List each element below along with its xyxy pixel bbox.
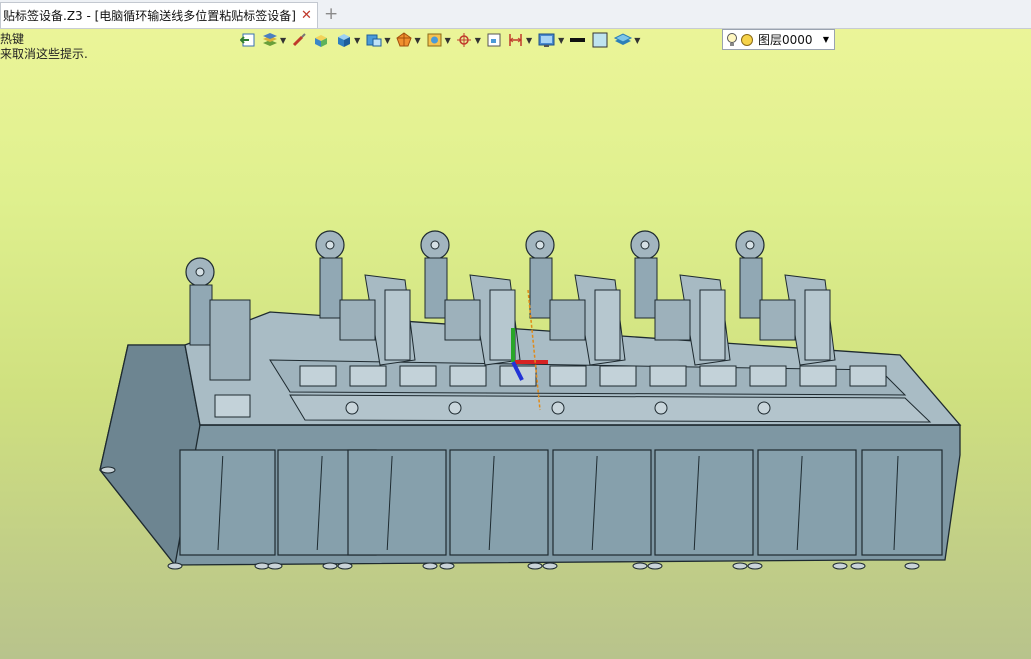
conveyor-pallet <box>549 365 587 387</box>
chevron-down-icon[interactable]: ▼ <box>823 35 829 44</box>
cabinet-door <box>757 449 857 556</box>
conveyor-pallet <box>599 365 637 387</box>
fill-color-icon[interactable] <box>592 32 608 48</box>
leveling-foot <box>439 562 455 570</box>
box-view-icon[interactable]: ▼ <box>365 32 390 48</box>
tab-bar: 贴标签设备.Z3 - [电脑循环输送线多位置粘贴标签设备] ✕ + <box>0 0 1031 29</box>
station-cylinder <box>384 289 411 361</box>
cabinet-door <box>861 449 943 556</box>
leveling-foot <box>422 562 438 570</box>
document-tab[interactable]: 贴标签设备.Z3 - [电脑循环输送线多位置粘贴标签设备] ✕ <box>0 2 318 28</box>
conveyor-pallet <box>799 365 837 387</box>
leveling-foot <box>267 562 283 570</box>
leveling-foot <box>647 562 663 570</box>
grid-icon[interactable] <box>486 32 502 48</box>
leveling-foot <box>337 562 353 570</box>
station-column <box>739 257 763 319</box>
leveling-foot <box>747 562 763 570</box>
leveling-foot <box>850 562 866 570</box>
solid-icon[interactable] <box>312 32 330 48</box>
machine-3d-model[interactable] <box>0 0 1031 659</box>
layer-dropdown[interactable]: 图层0000 ▼ <box>722 29 835 50</box>
conveyor-roller <box>551 401 565 415</box>
station-cylinder <box>804 289 831 361</box>
view-toolbar: ▼ ▼ ▼ ▼ ▼ ▼ ▼ ▼ ▼ <box>240 29 640 51</box>
station-column <box>529 257 553 319</box>
conveyor-pallet <box>749 365 787 387</box>
station-cylinder <box>594 289 621 361</box>
conveyor-pallet <box>299 365 337 387</box>
leveling-foot <box>732 562 748 570</box>
reel-hub <box>430 240 440 250</box>
leveling-foot <box>832 562 848 570</box>
layer-name: 图层0000 <box>758 33 813 47</box>
reel-hub <box>325 240 335 250</box>
new-tab-icon[interactable]: + <box>324 4 338 24</box>
conveyor-lower <box>289 394 932 423</box>
conveyor-roller <box>757 401 771 415</box>
reel-hub <box>745 240 755 250</box>
leveling-foot <box>904 562 920 570</box>
station-block <box>759 299 796 341</box>
leveling-foot <box>527 562 543 570</box>
close-icon[interactable]: ✕ <box>301 8 312 23</box>
reel-hub <box>535 240 545 250</box>
conveyor-pallet <box>649 365 687 387</box>
reel-hub <box>640 240 650 250</box>
cabinet-door <box>449 449 549 556</box>
leveling-foot <box>167 562 183 570</box>
shade-icon[interactable]: ▼ <box>395 32 421 48</box>
cube-icon[interactable]: ▼ <box>335 32 360 48</box>
leveling-foot <box>542 562 558 570</box>
stack-icon[interactable]: ▼ <box>613 32 640 48</box>
station-block <box>549 299 586 341</box>
station-block <box>654 299 691 341</box>
brush-icon[interactable] <box>291 32 307 48</box>
display-icon[interactable]: ▼ <box>537 32 564 48</box>
exit-icon[interactable] <box>240 32 256 48</box>
conveyor-roller <box>448 401 462 415</box>
conveyor-roller <box>654 401 668 415</box>
hint-line-2: 来取消这些提示. <box>0 47 88 61</box>
cabinet-door <box>552 449 652 556</box>
station-block <box>209 299 251 381</box>
cabinet-door <box>179 449 276 556</box>
hint-line-1: 热键 <box>0 32 25 46</box>
station-cylinder <box>699 289 726 361</box>
hotkey-hint: 热键 来取消这些提示. <box>0 32 88 62</box>
station-block <box>339 299 376 341</box>
lightbulb-icon[interactable] <box>726 32 738 48</box>
reel-hub <box>195 267 205 277</box>
conveyor-pallet <box>699 365 737 387</box>
station-column <box>424 257 448 319</box>
cabinet-door <box>347 449 447 556</box>
conveyor-roller <box>345 401 359 415</box>
layers-icon[interactable]: ▼ <box>261 32 286 48</box>
station-plate <box>214 394 251 418</box>
render-icon[interactable]: ▼ <box>426 32 451 48</box>
station-column <box>634 257 658 319</box>
document-tab-title: 贴标签设备.Z3 - [电脑循环输送线多位置粘贴标签设备] <box>3 9 296 23</box>
line-color-icon[interactable] <box>569 32 587 48</box>
dimension-icon[interactable]: ▼ <box>507 32 532 48</box>
station-column <box>189 284 213 346</box>
leveling-foot <box>254 562 270 570</box>
station-block <box>444 299 481 341</box>
conveyor-pallet <box>449 365 487 387</box>
leveling-foot <box>100 466 116 474</box>
conveyor-pallet <box>349 365 387 387</box>
leveling-foot <box>322 562 338 570</box>
snap-icon[interactable]: ▼ <box>456 32 481 48</box>
layer-color-icon[interactable] <box>740 33 754 47</box>
conveyor-pallet <box>849 365 887 387</box>
conveyor-pallet <box>399 365 437 387</box>
leveling-foot <box>632 562 648 570</box>
station-column <box>319 257 343 319</box>
cabinet-door <box>654 449 754 556</box>
